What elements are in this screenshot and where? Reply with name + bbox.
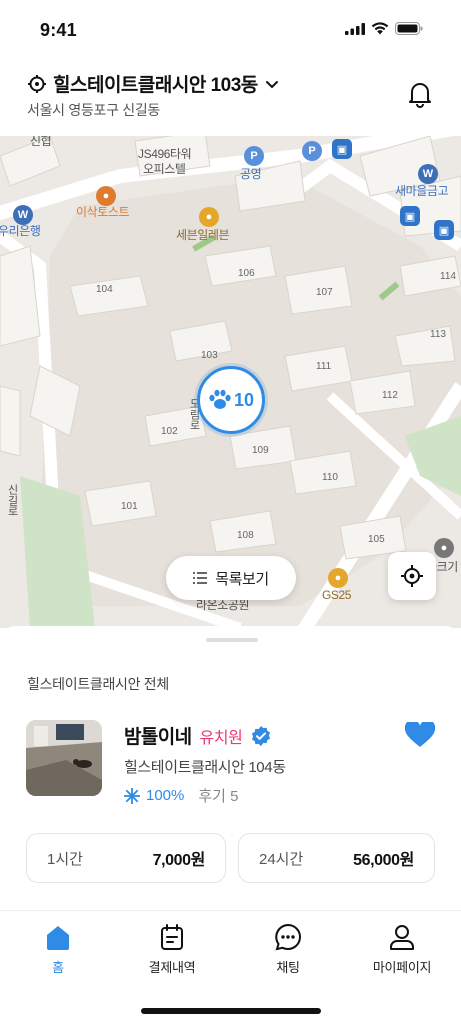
verified-badge-icon (251, 725, 270, 746)
tab-chat[interactable]: 채팅 (238, 923, 338, 976)
parking-pin[interactable]: P (244, 146, 264, 166)
building-label: 111 (316, 361, 332, 372)
chevron-down-icon (265, 80, 278, 88)
poi-label: 세븐일레븐 (176, 228, 230, 242)
list-view-label: 목록보기 (215, 570, 269, 588)
review-count[interactable]: 후기 5 (198, 785, 238, 806)
kindergarten-name: 밤톨이네 (124, 727, 192, 748)
building-label: 110 (322, 472, 338, 483)
tab-label: 홈 (52, 960, 64, 975)
price-value: 56,000원 (353, 852, 414, 869)
sheet-title: 힐스테이트클래시안 전체 (27, 676, 169, 692)
bottom-sheet: 힐스테이트클래시안 전체 밤톨이네 유치원 힐스테이트클래시안 104동 100… (0, 626, 461, 910)
poi-label: 이삭토스트 (76, 205, 130, 219)
care-rate: 100% (146, 787, 185, 804)
bus-stop-pin[interactable]: ▣ (400, 206, 420, 226)
header: 힐스테이트클래시안 103동 서울시 영등포구 신길동 (0, 58, 461, 136)
status-bar: 9:41 (0, 0, 461, 58)
building-label: 105 (368, 534, 385, 545)
tab-label: 결제내역 (148, 960, 196, 975)
poi-label: 오피스텔 (143, 162, 186, 176)
location-target-icon (28, 74, 46, 93)
status-icons (345, 22, 423, 35)
poi-label: 새마을금고 (395, 184, 449, 198)
home-indicator (141, 1008, 321, 1014)
tab-payments[interactable]: 결제내역 (122, 923, 222, 976)
store-pin[interactable]: ● (199, 207, 219, 227)
current-location-button[interactable] (388, 552, 436, 600)
price-value: 7,000원 (152, 852, 206, 869)
kindergarten-stats: 100% 후기 5 (124, 785, 239, 806)
home-icon (47, 926, 69, 950)
building-label: 107 (316, 287, 333, 298)
tab-bar: 홈 결제내역 채팅 마이페이지 (0, 910, 461, 1024)
bus-stop-pin[interactable]: ▣ (332, 139, 352, 159)
kindergarten-address: 힐스테이트클래시안 104동 (124, 759, 286, 776)
parking-pin[interactable]: P (302, 141, 322, 161)
price-label: 24시간 (259, 850, 304, 868)
price-label: 1시간 (47, 850, 83, 868)
poi-label: 신협 (30, 136, 52, 148)
heart-icon[interactable] (405, 722, 435, 748)
poi-label: 신길로 (6, 484, 18, 516)
building-label: 113 (430, 329, 446, 340)
kindergarten-type: 유치원 (199, 729, 243, 747)
place-pin[interactable]: ● (434, 538, 454, 558)
location-subtitle: 서울시 영등포구 신길동 (27, 102, 160, 118)
building-label: 103 (201, 350, 218, 361)
chat-icon (275, 923, 301, 951)
bank-pin[interactable]: W (418, 164, 438, 184)
status-time: 9:41 (40, 20, 77, 40)
tab-label: 채팅 (276, 960, 300, 975)
snowflake-icon (124, 787, 140, 804)
building-label: 109 (252, 445, 269, 456)
sheet-handle[interactable] (206, 638, 258, 642)
cluster-count: 10 (233, 389, 255, 410)
building-label: 106 (238, 268, 255, 279)
bus-stop-pin[interactable]: ▣ (434, 220, 454, 240)
signal-icon (345, 22, 365, 35)
building-label: 112 (382, 390, 398, 401)
building-label: 102 (161, 426, 178, 437)
list-view-button[interactable]: 목록보기 (166, 556, 296, 600)
app-screen: 9:41 힐스테이트클래시안 103동 서울시 영등포구 신길동 104 106… (0, 0, 461, 1024)
map-view[interactable]: 104 106 107 114 103 111 113 112 102 109 … (0, 136, 461, 628)
calendar-icon (161, 924, 183, 950)
price-option-24h[interactable]: 24시간 56,000원 (238, 833, 435, 883)
list-icon (193, 572, 208, 584)
poi-label: 공영 (240, 167, 262, 181)
battery-icon (395, 22, 423, 35)
building-label: 114 (440, 271, 456, 282)
building-label: 104 (96, 284, 113, 295)
price-option-1h[interactable]: 1시간 7,000원 (26, 833, 226, 883)
kindergarten-name-row[interactable]: 밤톨이네 유치원 (124, 722, 271, 749)
crosshair-icon (401, 565, 423, 587)
user-icon (390, 925, 414, 950)
tab-label: 마이페이지 (372, 960, 432, 975)
building-label: 101 (121, 501, 138, 512)
location-title: 힐스테이트클래시안 103동 (53, 75, 258, 96)
tab-mypage[interactable]: 마이페이지 (352, 923, 452, 976)
thumbnail-photo (26, 720, 102, 796)
tab-home[interactable]: 홈 (8, 923, 108, 976)
wifi-icon (371, 22, 389, 35)
building-label: 108 (237, 530, 254, 541)
poi-label: 우리은행 (0, 224, 41, 238)
kindergarten-thumbnail[interactable] (26, 720, 102, 796)
poi-label: GS25 (322, 588, 352, 602)
store-pin[interactable]: ● (328, 568, 348, 588)
bell-icon[interactable] (407, 80, 433, 108)
location-selector[interactable]: 힐스테이트클래시안 103동 (27, 70, 280, 97)
kindergarten-cluster-marker[interactable]: 10 (197, 366, 265, 434)
paw-icon (209, 389, 231, 409)
